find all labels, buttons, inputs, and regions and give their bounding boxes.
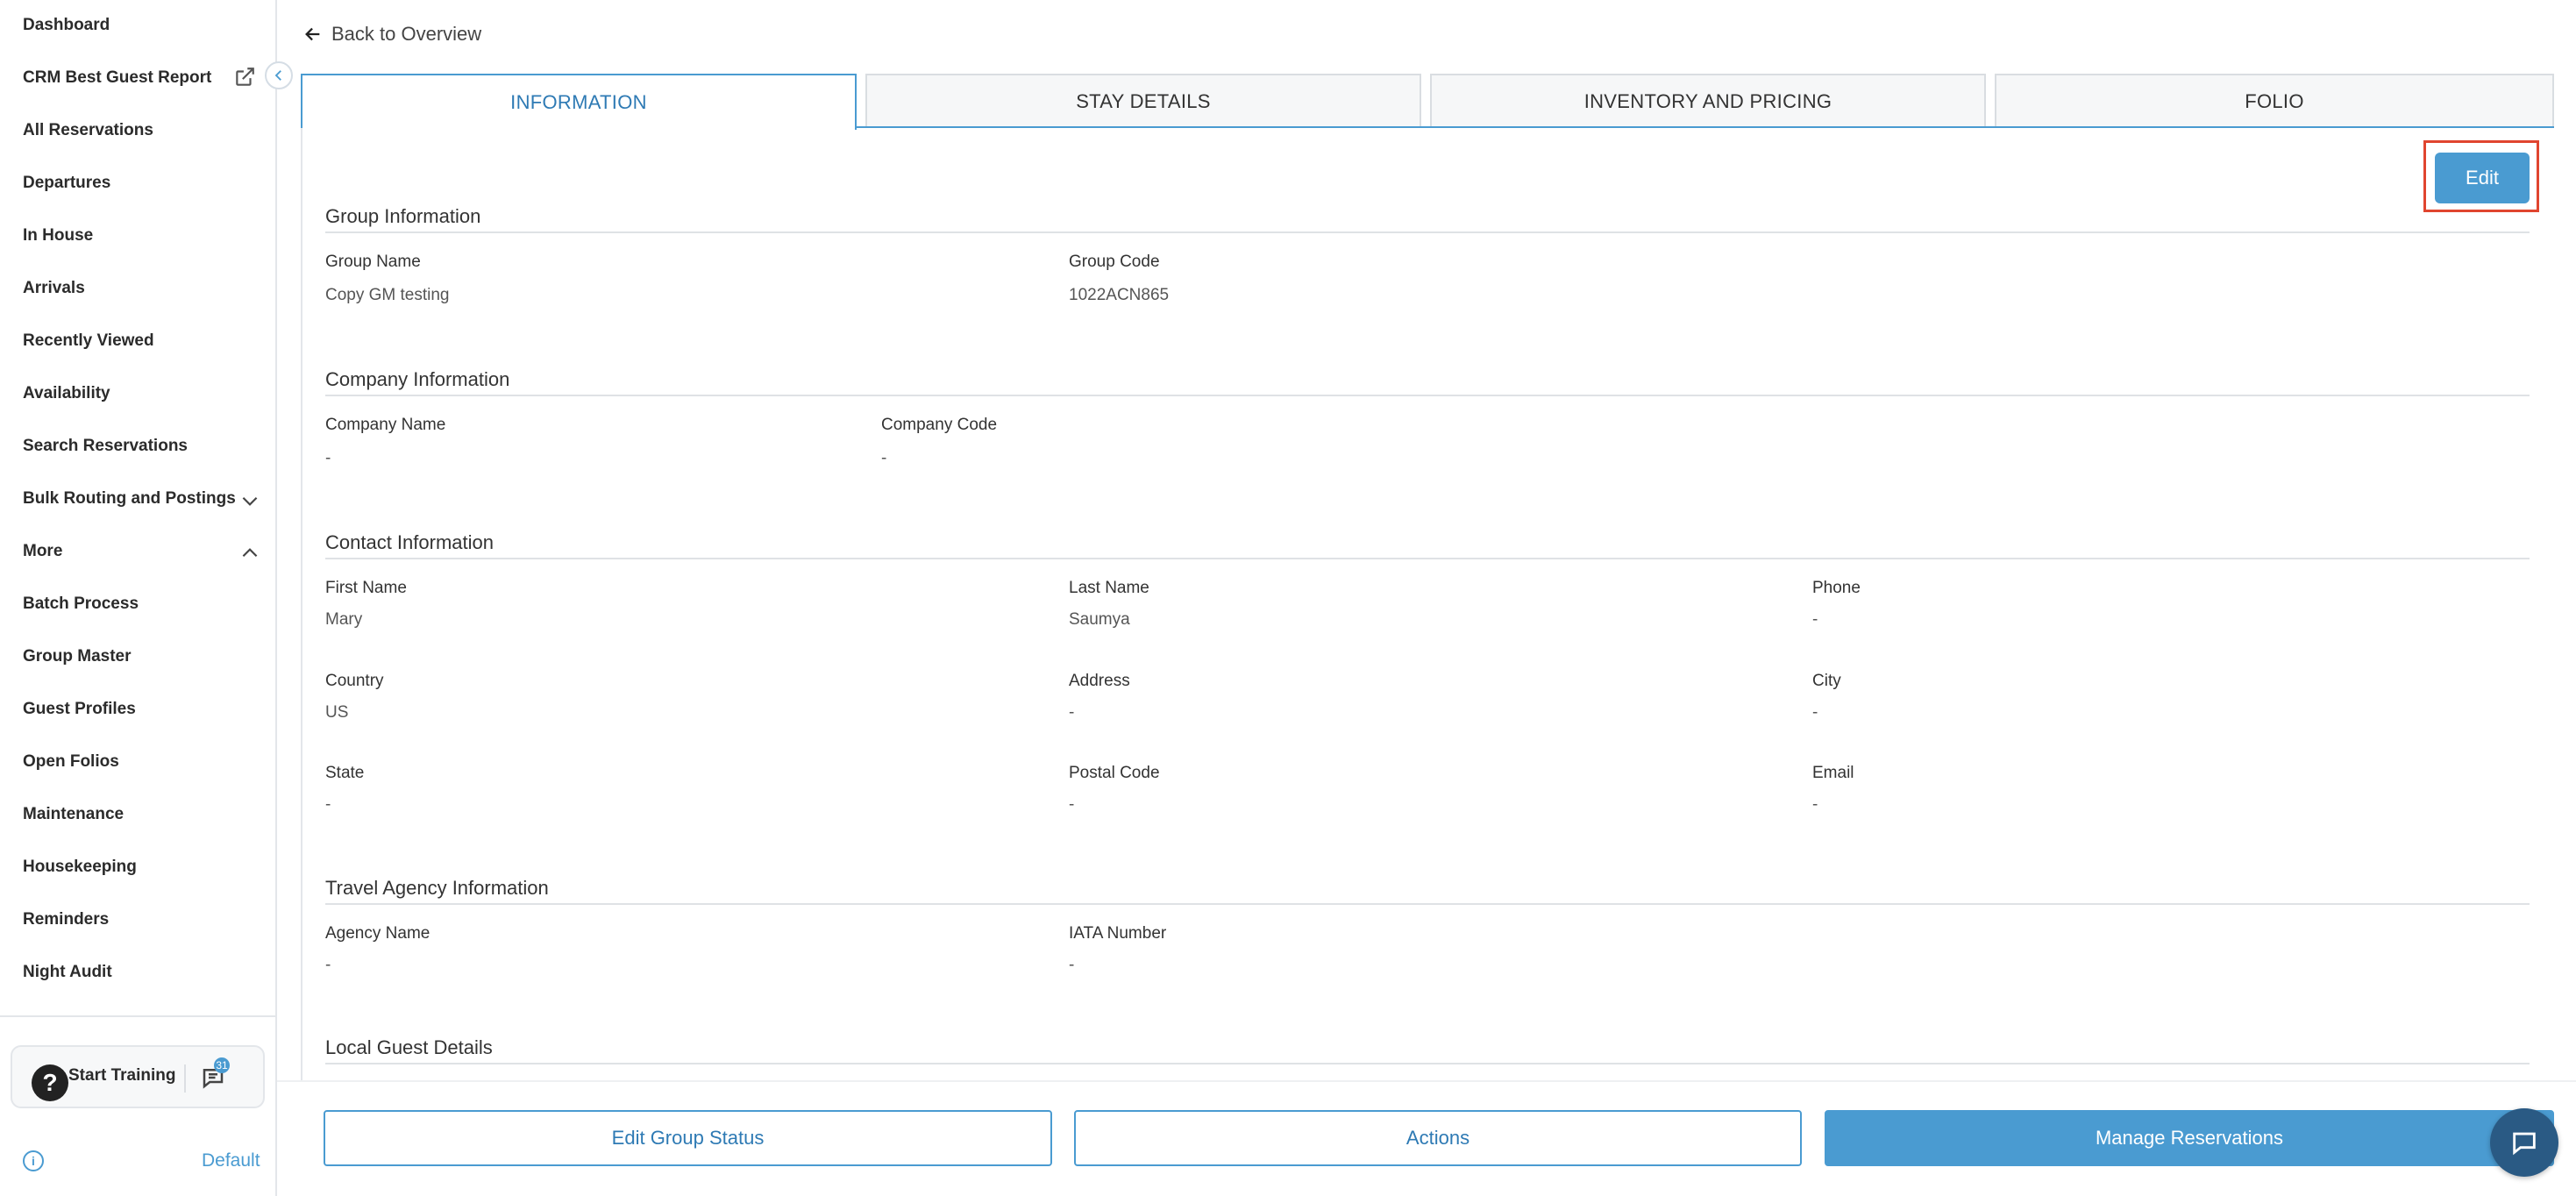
state-label: State xyxy=(325,764,365,782)
sidebar-item-dashboard[interactable]: Dashboard xyxy=(23,16,110,35)
address-value: - xyxy=(1069,703,1075,722)
sidebar-item-maintenance[interactable]: Maintenance xyxy=(23,805,124,824)
sidebar-item-group-master[interactable]: Group Master xyxy=(23,647,132,666)
chevron-down-icon[interactable] xyxy=(238,489,261,512)
group-information-title: Group Information xyxy=(325,205,481,227)
section-divider xyxy=(325,395,2530,396)
start-training-widget[interactable]: ? Start Training 31 xyxy=(11,1045,265,1108)
sidebar-item-arrivals[interactable]: Arrivals xyxy=(23,279,85,298)
chat-badge: 31 xyxy=(214,1057,230,1073)
company-name-label: Company Name xyxy=(325,416,446,434)
arrow-left-icon xyxy=(305,27,320,41)
postal-code-value: - xyxy=(1069,795,1075,814)
tab-folio[interactable]: FOLIO xyxy=(1995,74,2554,128)
agency-name-value: - xyxy=(325,956,331,974)
company-information-title: Company Information xyxy=(325,368,510,390)
question-icon[interactable]: ? xyxy=(32,1064,68,1101)
email-label: Email xyxy=(1812,764,1854,782)
last-name-label: Last Name xyxy=(1069,579,1149,597)
address-label: Address xyxy=(1069,672,1130,690)
sidebar-item-availability[interactable]: Availability xyxy=(23,384,110,403)
first-name-label: First Name xyxy=(325,579,407,597)
information-panel xyxy=(301,128,2554,1080)
sidebar-item-in-house[interactable]: In House xyxy=(23,226,93,246)
tab-stay-details[interactable]: STAY DETAILS xyxy=(865,74,1421,128)
group-name-label: Group Name xyxy=(325,253,421,271)
sidebar-item-reminders[interactable]: Reminders xyxy=(23,910,109,929)
back-to-overview-label: Back to Overview xyxy=(331,23,482,45)
sidebar-item-guest-profiles[interactable]: Guest Profiles xyxy=(23,700,136,719)
sidebar-divider xyxy=(0,1015,275,1017)
company-name-value: - xyxy=(325,449,331,467)
tab-information[interactable]: INFORMATION xyxy=(301,74,857,130)
travel-agency-title: Travel Agency Information xyxy=(325,877,549,899)
chevron-left-icon xyxy=(274,70,281,81)
group-code-label: Group Code xyxy=(1069,253,1160,271)
edit-group-status-button[interactable]: Edit Group Status xyxy=(324,1110,1052,1166)
group-code-value: 1022ACN865 xyxy=(1069,286,1170,304)
back-to-overview-link[interactable]: Back to Overview xyxy=(303,23,481,46)
sidebar-item-open-folios[interactable]: Open Folios xyxy=(23,752,119,772)
company-code-label: Company Code xyxy=(881,416,998,434)
section-divider xyxy=(325,1063,2530,1064)
external-link-icon[interactable] xyxy=(233,66,256,89)
sidebar-item-all-reservations[interactable]: All Reservations xyxy=(23,121,153,140)
collapse-sidebar-button[interactable] xyxy=(265,61,293,89)
sidebar-item-night-audit[interactable]: Night Audit xyxy=(23,963,112,982)
iata-number-label: IATA Number xyxy=(1069,924,1167,943)
city-value: - xyxy=(1812,703,1818,722)
sidebar-item-recently-viewed[interactable]: Recently Viewed xyxy=(23,331,154,351)
actions-button[interactable]: Actions xyxy=(1074,1110,1802,1166)
country-label: Country xyxy=(325,672,384,690)
first-name-value: Mary xyxy=(325,610,363,629)
phone-label: Phone xyxy=(1812,579,1861,597)
manage-reservations-button[interactable]: Manage Reservations xyxy=(1825,1110,2554,1166)
sidebar-item-housekeeping[interactable]: Housekeeping xyxy=(23,858,137,877)
city-label: City xyxy=(1812,672,1841,690)
section-divider xyxy=(325,903,2530,905)
state-value: - xyxy=(325,795,331,814)
chat-support-button[interactable] xyxy=(2490,1108,2558,1177)
sidebar-item-departures[interactable]: Departures xyxy=(23,174,110,193)
section-divider xyxy=(325,558,2530,559)
last-name-value: Saumya xyxy=(1069,610,1130,629)
sidebar-item-bulk-routing[interactable]: Bulk Routing and Postings xyxy=(23,489,236,509)
postal-code-label: Postal Code xyxy=(1069,764,1160,782)
sidebar: Dashboard CRM Best Guest Report All Rese… xyxy=(0,0,277,1196)
company-code-value: - xyxy=(881,449,887,467)
sidebar-item-crm-best-guest-report[interactable]: CRM Best Guest Report xyxy=(23,68,211,88)
sidebar-item-search-reservations[interactable]: Search Reservations xyxy=(23,437,188,456)
tab-inventory-and-pricing[interactable]: INVENTORY AND PRICING xyxy=(1430,74,1986,128)
contact-information-title: Contact Information xyxy=(325,531,494,553)
local-guest-details-title: Local Guest Details xyxy=(325,1036,493,1058)
email-value: - xyxy=(1812,795,1818,814)
chevron-up-icon[interactable] xyxy=(238,542,261,565)
group-name-value: Copy GM testing xyxy=(325,286,450,304)
agency-name-label: Agency Name xyxy=(325,924,431,943)
country-value: US xyxy=(325,703,349,722)
training-separator xyxy=(184,1064,186,1093)
iata-number-value: - xyxy=(1069,956,1075,974)
sidebar-item-more[interactable]: More xyxy=(23,542,62,561)
chat-bubble-icon xyxy=(2513,1132,2536,1156)
section-divider xyxy=(325,231,2530,233)
tab-bar: INFORMATION STAY DETAILS INVENTORY AND P… xyxy=(301,74,2554,130)
profile-default-label[interactable]: Default xyxy=(202,1150,260,1171)
phone-value: - xyxy=(1812,610,1818,629)
edit-button[interactable]: Edit xyxy=(2435,153,2530,203)
start-training-label[interactable]: Start Training xyxy=(68,1066,175,1086)
info-icon[interactable]: i xyxy=(23,1150,44,1171)
sidebar-item-batch-process[interactable]: Batch Process xyxy=(23,594,139,614)
